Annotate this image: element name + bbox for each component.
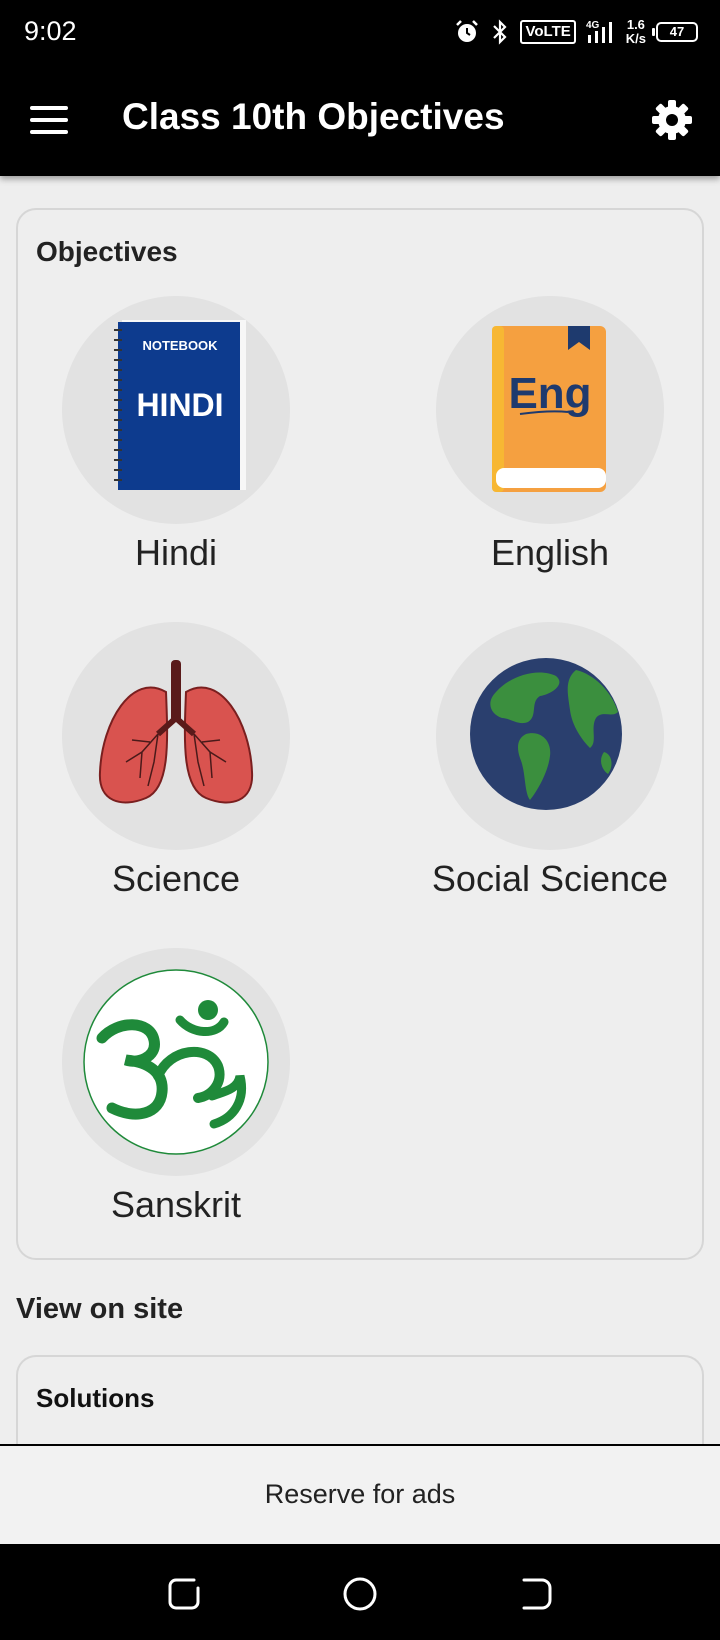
subject-social-science[interactable]: Social Science <box>400 622 700 900</box>
subject-hindi[interactable]: NOTEBOOK HINDI Hindi <box>26 296 326 574</box>
hindi-notebook-icon: NOTEBOOK HINDI <box>114 320 246 490</box>
hindi-icon-main-text: HINDI <box>136 387 223 423</box>
globe-icon <box>470 658 622 810</box>
alarm-icon <box>456 20 479 42</box>
subject-label: Science <box>111 858 241 899</box>
status-bar: 9:02 VoLTE 4G 1.6 K/s 47 <box>0 0 720 64</box>
english-book-icon: Eng <box>492 326 606 492</box>
hindi-icon-top-text: NOTEBOOK <box>142 338 218 353</box>
objectives-title: Objectives <box>36 236 178 267</box>
page-title: Class 10th Objectives <box>122 96 505 137</box>
network-speed-unit: K/s <box>625 31 646 46</box>
subject-label: Hindi <box>134 532 218 573</box>
om-icon <box>83 969 269 1155</box>
solutions-label: Solutions <box>36 1383 155 1413</box>
gear-icon[interactable] <box>650 98 694 142</box>
hindi-icon-circle: NOTEBOOK HINDI <box>62 296 290 524</box>
subject-label: English <box>490 532 610 573</box>
view-on-site-title: View on site <box>16 1293 184 1325</box>
home-icon[interactable] <box>340 1574 380 1614</box>
volte-badge: VoLTE <box>520 20 576 44</box>
network-speed: 1.6 K/s <box>626 18 646 46</box>
ads-label: Reserve for ads <box>264 1479 456 1509</box>
system-nav-bar <box>0 1544 720 1640</box>
sanskrit-icon-circle <box>62 948 290 1176</box>
bluetooth-icon <box>493 19 508 45</box>
english-icon-circle: Eng <box>436 296 664 524</box>
app-bar: Class 10th Objectives <box>0 64 720 176</box>
ads-banner: Reserve for ads <box>0 1444 720 1544</box>
signal-icon: 4G <box>586 20 612 43</box>
science-icon-circle <box>62 622 290 850</box>
network-speed-value: 1.6 <box>626 17 645 32</box>
status-icons: VoLTE 4G 1.6 K/s 47 <box>454 14 698 50</box>
subject-english[interactable]: Eng English <box>400 296 700 574</box>
objectives-card: Objectives NOTEBOOK HINDI Hindi Eng Engl… <box>16 208 704 1260</box>
subject-label: Social Science <box>431 858 669 899</box>
status-time: 9:02 <box>24 16 77 46</box>
hamburger-menu-icon[interactable] <box>30 98 82 142</box>
subject-sanskrit[interactable]: Sanskrit <box>26 948 326 1226</box>
subject-science[interactable]: Science <box>26 622 326 900</box>
subject-label: Sanskrit <box>110 1184 242 1225</box>
back-icon[interactable] <box>516 1574 556 1614</box>
social-science-icon-circle <box>436 622 664 850</box>
battery-icon: 47 <box>652 22 698 42</box>
network-gen-label: 4G <box>586 20 600 31</box>
lungs-icon <box>98 660 254 804</box>
recent-apps-icon[interactable] <box>164 1574 204 1614</box>
